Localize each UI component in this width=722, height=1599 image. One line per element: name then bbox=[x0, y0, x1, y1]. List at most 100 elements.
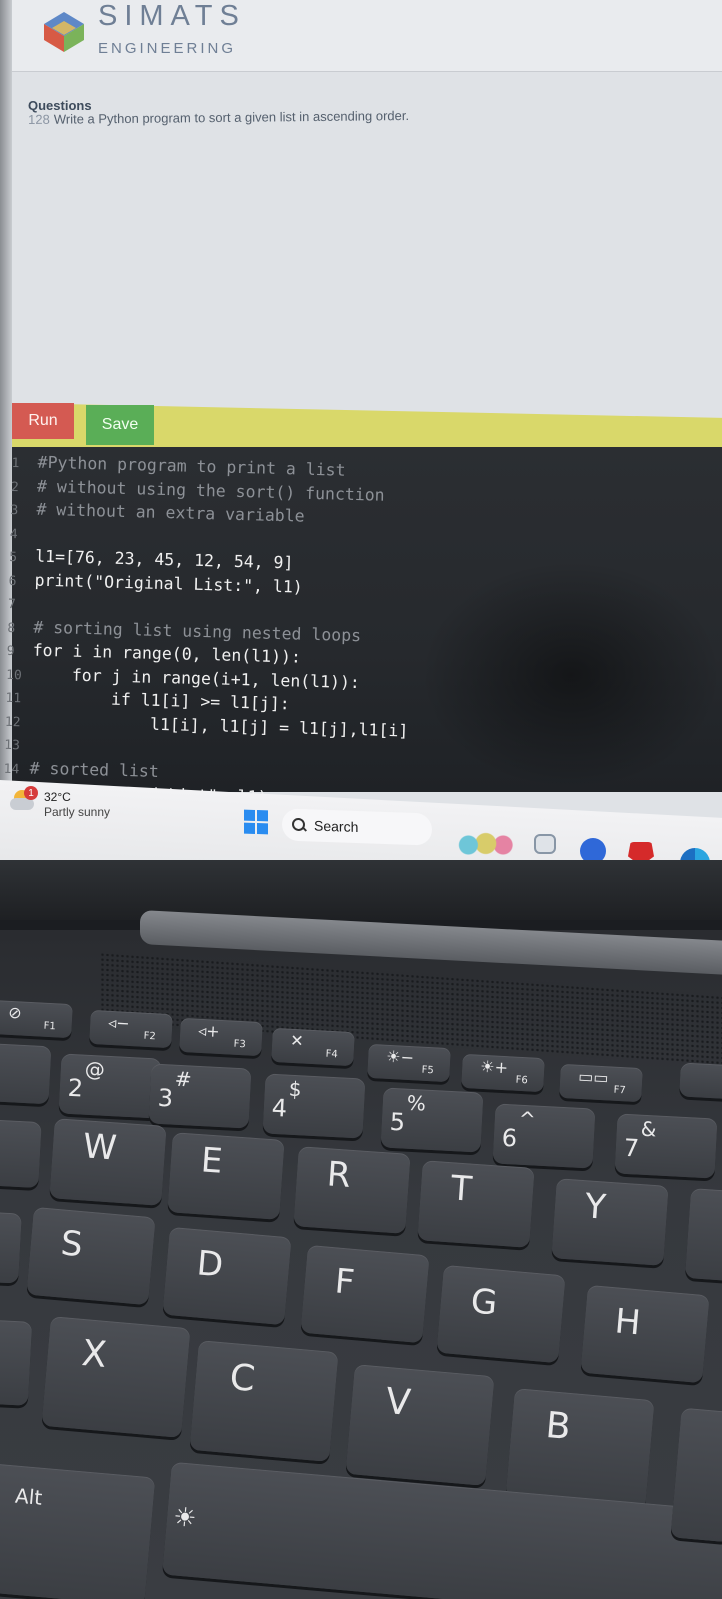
key-s[interactable]: S bbox=[26, 1206, 156, 1306]
line-number: 13 bbox=[4, 737, 21, 754]
key-u[interactable] bbox=[684, 1188, 722, 1282]
key-6[interactable]: ^ 6 bbox=[492, 1103, 596, 1169]
windows-start-icon[interactable] bbox=[244, 809, 268, 835]
taskbar-search[interactable]: Search bbox=[282, 808, 432, 846]
key-label: F5 bbox=[421, 1064, 435, 1077]
key-label: 3 bbox=[157, 1083, 174, 1113]
line-number: 11 bbox=[5, 690, 22, 707]
key-f[interactable]: F bbox=[300, 1244, 430, 1344]
site-header: SIMATS ENGINEERING bbox=[12, 0, 722, 72]
key-alt[interactable]: Alt bbox=[0, 1462, 156, 1599]
key-shift-symbol: # bbox=[174, 1066, 193, 1092]
line-number: 8 bbox=[7, 620, 16, 636]
line-number: 5 bbox=[8, 549, 18, 566]
simats-logo-icon bbox=[44, 12, 84, 52]
question-text: Write a Python program to sort a given l… bbox=[53, 108, 410, 127]
key-7[interactable]: & 7 bbox=[614, 1113, 718, 1179]
key-v[interactable]: V bbox=[345, 1364, 495, 1486]
key-5[interactable]: % 5 bbox=[380, 1087, 484, 1153]
code-lines[interactable]: 1 #Python program to print a list 2 # witho… bbox=[3, 450, 712, 821]
key-r[interactable]: R bbox=[293, 1146, 411, 1234]
key-shift-symbol: ^ bbox=[518, 1106, 537, 1132]
key-a[interactable] bbox=[0, 1210, 22, 1284]
key-shift-symbol: % bbox=[406, 1090, 427, 1116]
line-number: 3 bbox=[10, 502, 19, 519]
line-number: 7 bbox=[7, 596, 16, 613]
key-f7[interactable]: F7 ▭▭ bbox=[559, 1063, 643, 1103]
key-shift-symbol: @ bbox=[84, 1056, 106, 1082]
display-icon: ▭▭ bbox=[577, 1066, 610, 1088]
key-z[interactable] bbox=[0, 1318, 33, 1406]
key-label: 4 bbox=[271, 1093, 288, 1123]
key-label: 5 bbox=[389, 1107, 406, 1137]
key-label: G bbox=[469, 1281, 499, 1324]
key-f4[interactable]: F4 ✕ bbox=[271, 1027, 355, 1067]
key-3[interactable]: #3 bbox=[148, 1063, 252, 1129]
key-label: Y bbox=[583, 1186, 608, 1228]
weather-condition: Partly sunny bbox=[44, 805, 111, 819]
volume-up-icon: ◃+ bbox=[197, 1020, 221, 1041]
volume-down-icon: ◃− bbox=[107, 1012, 131, 1033]
key-label: F6 bbox=[515, 1074, 529, 1087]
key-shift-symbol: $ bbox=[288, 1076, 303, 1102]
line-number: 10 bbox=[5, 667, 22, 683]
mcafee-icon[interactable] bbox=[628, 842, 654, 860]
key-f2[interactable]: F2 ◃− bbox=[89, 1009, 173, 1049]
key-f8[interactable] bbox=[679, 1062, 722, 1100]
key-label: X bbox=[80, 1333, 109, 1377]
key-2[interactable]: @2 bbox=[58, 1053, 162, 1119]
key-label: F1 bbox=[43, 1020, 57, 1033]
code-text: # sorted list bbox=[29, 758, 160, 781]
key-f5[interactable]: F5 ☀− bbox=[367, 1043, 451, 1083]
brightness-down-icon: ☀− bbox=[385, 1046, 415, 1068]
line-number: 6 bbox=[8, 573, 17, 589]
key-f3[interactable]: F3 ◃+ bbox=[179, 1017, 263, 1057]
save-button[interactable]: Save bbox=[86, 405, 154, 445]
key-f6[interactable]: F6 ☀+ bbox=[461, 1053, 545, 1093]
line-number: 12 bbox=[4, 714, 21, 730]
holi-widget-icon[interactable] bbox=[456, 830, 518, 860]
line-number: 14 bbox=[3, 761, 20, 777]
key-label: R bbox=[325, 1154, 353, 1196]
key-label: F2 bbox=[143, 1030, 157, 1043]
key-label: B bbox=[544, 1405, 573, 1449]
mic-mute-icon: ✕ bbox=[289, 1030, 305, 1051]
key-label: V bbox=[384, 1381, 413, 1425]
key-d[interactable]: D bbox=[162, 1226, 292, 1326]
key-h[interactable]: H bbox=[580, 1284, 710, 1384]
line-number: 1 bbox=[11, 455, 20, 472]
key-4[interactable]: $4 bbox=[262, 1073, 366, 1139]
brand-name: SIMATS bbox=[98, 0, 246, 32]
key-label: C bbox=[228, 1357, 257, 1401]
search-icon bbox=[292, 818, 306, 832]
backlight-icon: ☀ bbox=[171, 1502, 198, 1535]
mute-icon: ⊘ bbox=[7, 1002, 23, 1023]
key-c[interactable]: C bbox=[189, 1340, 339, 1462]
key-e[interactable]: E bbox=[167, 1132, 285, 1220]
key-g[interactable]: G bbox=[436, 1264, 566, 1364]
key-w[interactable]: W bbox=[49, 1118, 167, 1206]
key-label: H bbox=[613, 1301, 643, 1344]
key-label: 2 bbox=[67, 1073, 84, 1103]
key-t[interactable]: T bbox=[417, 1160, 535, 1248]
line-number: 2 bbox=[10, 479, 20, 495]
key-x[interactable]: X bbox=[41, 1316, 191, 1438]
key-b[interactable]: B bbox=[505, 1388, 655, 1510]
video-call-icon[interactable] bbox=[580, 838, 606, 860]
key-label: F bbox=[333, 1261, 357, 1303]
partly-sunny-icon: 1 bbox=[10, 786, 38, 812]
key-label: E bbox=[199, 1140, 224, 1182]
weather-widget[interactable]: 1 32°C Partly sunny bbox=[10, 786, 111, 820]
run-button[interactable]: Run bbox=[12, 403, 74, 439]
brand-subtitle: ENGINEERING bbox=[98, 40, 237, 57]
key-label: F4 bbox=[325, 1048, 339, 1061]
key-y[interactable]: Y bbox=[551, 1178, 669, 1266]
laptop-screen: SIMATS ENGINEERING Questions 128 Write a … bbox=[0, 0, 722, 860]
key-1[interactable] bbox=[0, 1041, 52, 1105]
key-q[interactable] bbox=[0, 1117, 42, 1189]
key-label: W bbox=[81, 1126, 118, 1169]
file-explorer-icon[interactable] bbox=[534, 834, 556, 854]
key-f1[interactable]: F1 ⊘ bbox=[0, 999, 73, 1039]
brightness-up-icon: ☀+ bbox=[479, 1056, 509, 1078]
search-label: Search bbox=[314, 817, 359, 836]
